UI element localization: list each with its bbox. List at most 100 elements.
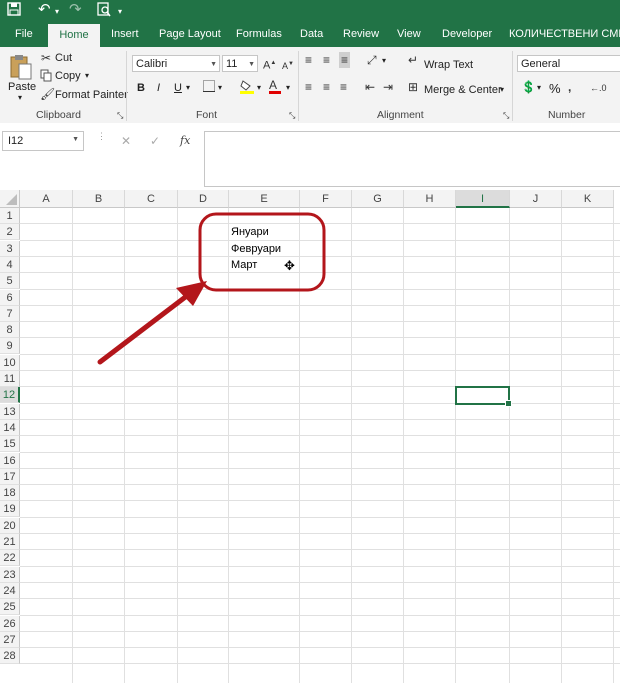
fill-color-icon[interactable] bbox=[240, 79, 254, 98]
tab-formulas[interactable]: Formulas bbox=[236, 22, 282, 47]
format-painter-icon[interactable]: 🖌 bbox=[40, 87, 55, 101]
tab-view[interactable]: View bbox=[397, 22, 421, 47]
column-header[interactable]: I bbox=[456, 190, 510, 208]
row-header[interactable]: 28 bbox=[0, 648, 20, 665]
row-header[interactable]: 1 bbox=[0, 208, 20, 224]
column-header[interactable]: D bbox=[178, 190, 229, 208]
row-header[interactable]: 19 bbox=[0, 501, 20, 518]
cell-value[interactable]: Март bbox=[231, 259, 257, 271]
tab-insert[interactable]: Insert bbox=[111, 22, 139, 47]
column-header[interactable]: G bbox=[352, 190, 404, 208]
row-header[interactable]: 13 bbox=[0, 403, 20, 420]
decrease-indent-icon[interactable]: ⇤ bbox=[365, 80, 375, 94]
alignment-launcher-icon[interactable]: ⤡ bbox=[503, 109, 509, 123]
spreadsheet-grid[interactable]: A B C D E F G H I J K 1 2 3 4 5 6 7 8 9 10 11 12 13 14 15 16 17 18 19… bbox=[0, 190, 620, 683]
customize-toolbar-icon[interactable]: ▾ bbox=[118, 7, 122, 16]
format-painter-button[interactable]: Format Painter bbox=[55, 89, 128, 101]
row-header[interactable]: 23 bbox=[0, 566, 20, 583]
row-header[interactable]: 27 bbox=[0, 631, 20, 648]
accounting-dropdown-icon[interactable]: ▾ bbox=[537, 83, 541, 92]
comma-style-icon[interactable]: , bbox=[568, 80, 571, 94]
row-header[interactable]: 24 bbox=[0, 582, 20, 599]
row-header[interactable]: 11 bbox=[0, 371, 20, 387]
tab-data[interactable]: Data bbox=[300, 22, 323, 47]
column-header[interactable]: K bbox=[562, 190, 614, 208]
font-color-icon[interactable]: A bbox=[269, 78, 281, 94]
increase-decimal-icon[interactable]: ←.0 bbox=[590, 81, 607, 95]
number-format-select[interactable]: General bbox=[517, 55, 620, 72]
borders-dropdown-icon[interactable]: ▾ bbox=[218, 83, 222, 92]
copy-button[interactable]: Copy bbox=[55, 70, 81, 82]
column-header[interactable]: E bbox=[229, 190, 300, 208]
align-bottom-icon[interactable]: ≡ bbox=[339, 52, 351, 68]
fill-color-dropdown-icon[interactable]: ▾ bbox=[257, 83, 261, 92]
underline-button[interactable]: U bbox=[174, 82, 182, 94]
column-header[interactable]: A bbox=[20, 190, 73, 208]
row-header[interactable]: 18 bbox=[0, 485, 20, 502]
tab-file[interactable]: File bbox=[15, 22, 33, 47]
font-launcher-icon[interactable]: ⤡ bbox=[289, 109, 295, 123]
select-all-corner[interactable] bbox=[0, 190, 20, 208]
merge-dropdown-icon[interactable]: ▾ bbox=[500, 85, 504, 94]
align-left-icon[interactable]: ≡ bbox=[305, 80, 312, 94]
row-header[interactable]: 22 bbox=[0, 550, 20, 567]
align-top-icon[interactable]: ≡ bbox=[305, 53, 312, 67]
tab-review[interactable]: Review bbox=[343, 22, 379, 47]
column-header[interactable]: C bbox=[125, 190, 178, 208]
decrease-font-icon[interactable]: A▼ bbox=[282, 57, 294, 73]
tab-home[interactable]: Home bbox=[48, 24, 100, 47]
merge-center-icon[interactable]: ⊞ bbox=[408, 80, 418, 94]
row-header[interactable]: 8 bbox=[0, 322, 20, 339]
print-preview-icon[interactable] bbox=[97, 2, 111, 20]
row-header[interactable]: 17 bbox=[0, 468, 20, 485]
italic-button[interactable]: I bbox=[157, 82, 160, 94]
merge-center-button[interactable]: Merge & Center bbox=[424, 84, 502, 96]
align-right-icon[interactable]: ≡ bbox=[340, 80, 347, 94]
row-header[interactable]: 12 bbox=[0, 387, 20, 404]
increase-font-icon[interactable]: A▲ bbox=[263, 56, 276, 73]
redo-icon[interactable]: ↷ bbox=[69, 0, 82, 18]
cancel-icon[interactable]: ✕ bbox=[121, 134, 131, 148]
row-header[interactable]: 4 bbox=[0, 256, 20, 273]
insert-function-icon[interactable]: fx bbox=[180, 134, 190, 147]
align-center-icon[interactable]: ≡ bbox=[323, 80, 330, 94]
cell-value[interactable]: Януари bbox=[231, 226, 269, 238]
font-size-select[interactable]: 11 ▼ bbox=[222, 55, 258, 72]
row-header[interactable]: 10 bbox=[0, 354, 20, 371]
percent-style-button[interactable]: % bbox=[549, 81, 561, 96]
column-header[interactable]: F bbox=[300, 190, 352, 208]
row-header[interactable]: 26 bbox=[0, 615, 20, 632]
row-header[interactable]: 15 bbox=[0, 436, 20, 453]
wrap-text-icon[interactable]: ↵ bbox=[408, 53, 418, 67]
accounting-format-icon[interactable]: 💲 bbox=[521, 80, 536, 94]
fill-handle[interactable] bbox=[505, 399, 512, 407]
column-header[interactable]: J bbox=[510, 190, 562, 208]
save-icon[interactable] bbox=[7, 2, 21, 19]
cut-button[interactable]: Cut bbox=[55, 52, 72, 64]
clipboard-launcher-icon[interactable]: ⤡ bbox=[117, 109, 123, 123]
font-color-dropdown-icon[interactable]: ▾ bbox=[286, 83, 290, 92]
align-middle-icon[interactable]: ≡ bbox=[323, 53, 330, 67]
paste-button[interactable]: Paste bbox=[8, 81, 36, 93]
row-header[interactable]: 21 bbox=[0, 534, 20, 550]
undo-icon[interactable]: ↶ bbox=[38, 0, 51, 18]
tab-custom[interactable]: КОЛИЧЕСТВЕНИ СМЕТКИ bbox=[509, 22, 620, 47]
copy-dropdown-icon[interactable]: ▾ bbox=[85, 71, 89, 80]
increase-indent-icon[interactable]: ⇥ bbox=[383, 80, 393, 94]
tab-developer[interactable]: Developer bbox=[442, 22, 492, 47]
tab-page-layout[interactable]: Page Layout bbox=[159, 22, 221, 47]
row-header[interactable]: 6 bbox=[0, 289, 20, 306]
cell-value[interactable]: Февруари bbox=[231, 243, 281, 255]
row-header[interactable]: 16 bbox=[0, 452, 20, 469]
row-header[interactable]: 5 bbox=[0, 273, 20, 290]
row-header[interactable]: 2 bbox=[0, 224, 20, 241]
font-name-select[interactable]: Calibri ▼ bbox=[132, 55, 220, 72]
borders-icon[interactable] bbox=[203, 80, 215, 95]
row-header[interactable]: 20 bbox=[0, 517, 20, 534]
row-header[interactable]: 7 bbox=[0, 305, 20, 322]
orientation-dropdown-icon[interactable]: ▾ bbox=[382, 56, 386, 65]
copy-icon[interactable] bbox=[40, 69, 53, 85]
paste-icon[interactable] bbox=[9, 53, 33, 84]
underline-dropdown-icon[interactable]: ▾ bbox=[186, 83, 190, 92]
bold-button[interactable]: B bbox=[137, 82, 145, 94]
